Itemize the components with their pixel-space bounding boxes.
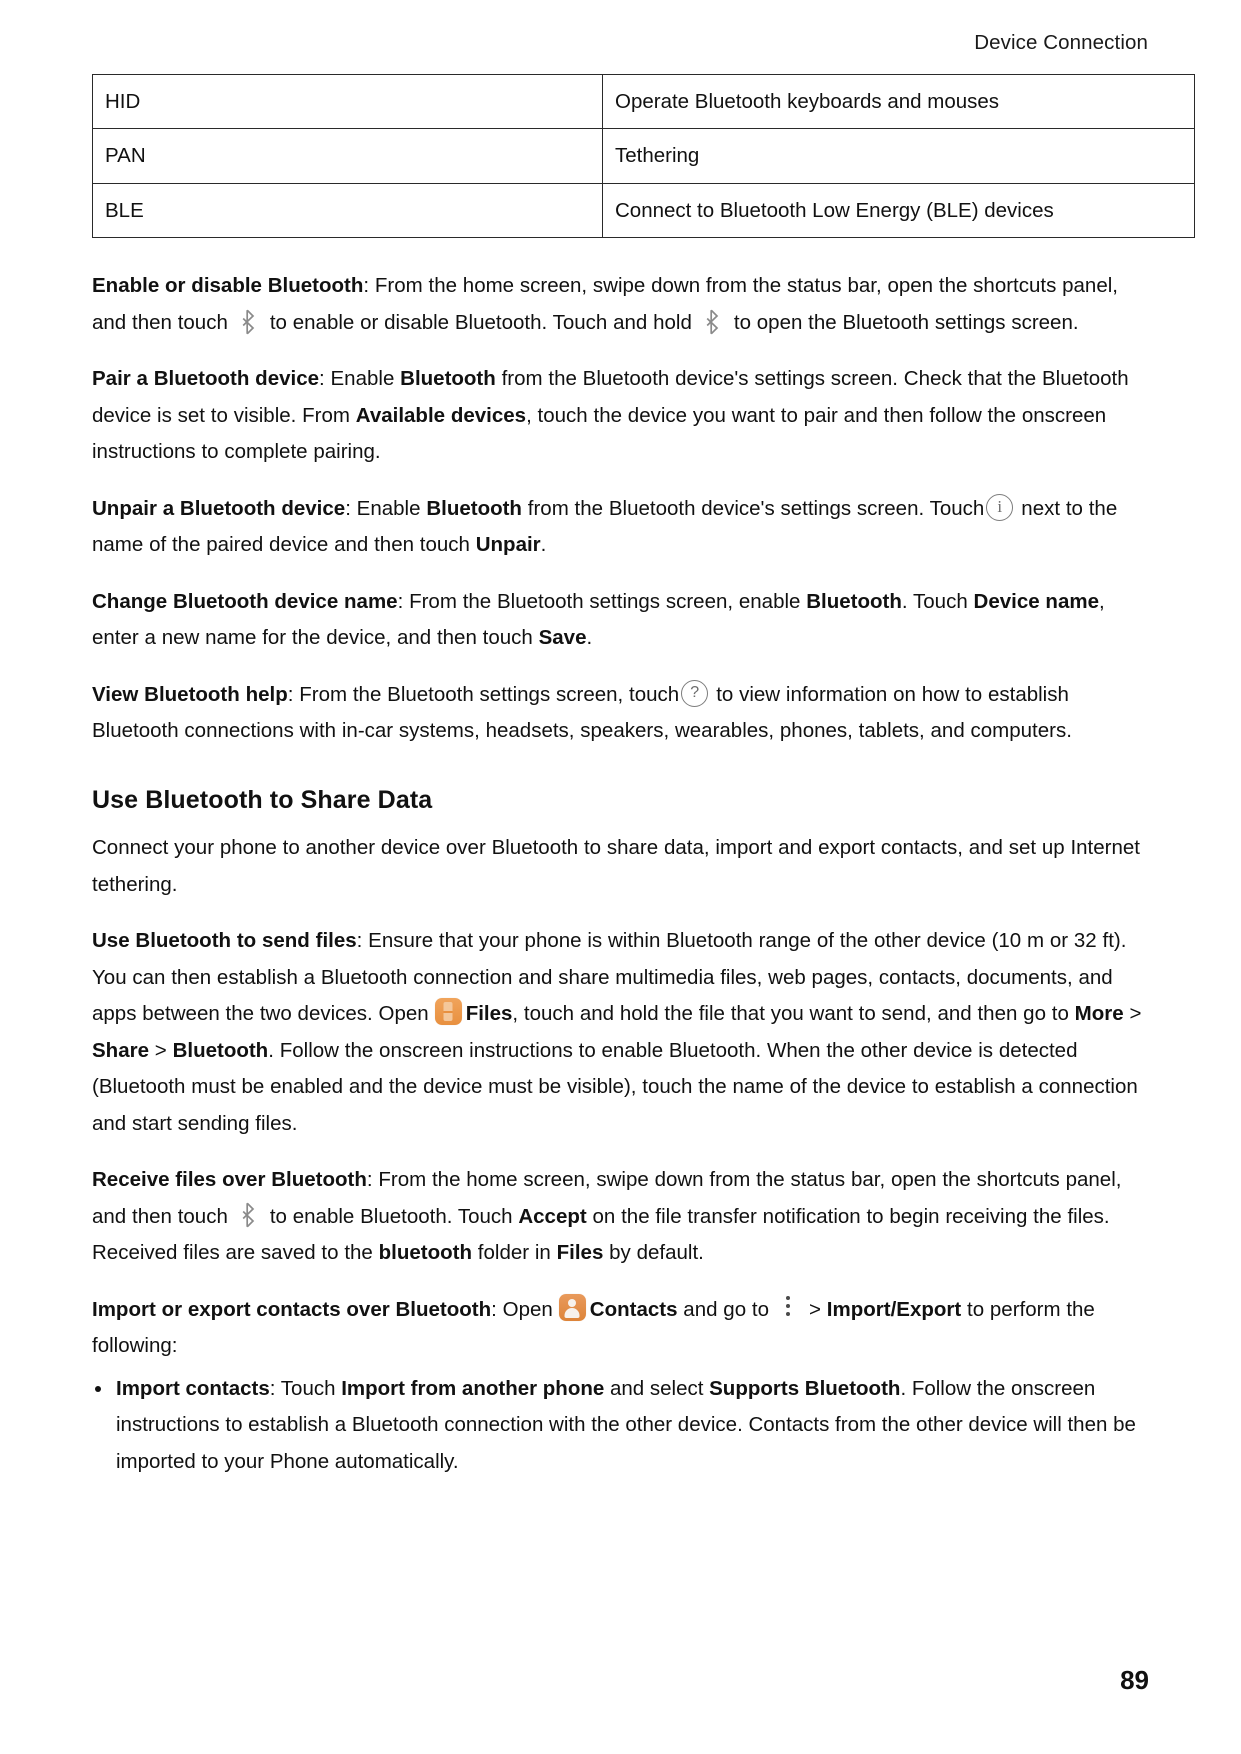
paragraph-text: : From the Bluetooth settings screen, en… (397, 589, 807, 613)
emphasis-save: Save (538, 626, 587, 650)
bluetooth-icon (240, 309, 256, 335)
paragraph-lead-in: Change Bluetooth device name (92, 589, 398, 613)
paragraph-change-bluetooth-device-name: Change Bluetooth device name: From the B… (92, 584, 1148, 657)
document-page: Device Connection HID Operate Bluetooth … (0, 0, 1241, 1754)
emphasis-supports-bluetooth: Supports Bluetooth (709, 1376, 901, 1400)
emphasis-bluetooth: Bluetooth (806, 589, 902, 613)
contacts-app-icon (558, 1293, 586, 1321)
table-cell-key: HID (92, 73, 603, 130)
paragraph-section-intro: Connect your phone to another device ove… (92, 836, 1140, 896)
emphasis-share: Share (92, 1038, 149, 1062)
emphasis-bluetooth: Bluetooth (426, 496, 522, 520)
paragraph-view-bluetooth-help: View Bluetooth help: From the Bluetooth … (92, 677, 1148, 750)
paragraph-lead-in: Enable or disable Bluetooth (92, 274, 364, 298)
info-icon: i (986, 493, 1014, 521)
paragraph-text: > (1123, 1002, 1142, 1026)
running-header: Device Connection (974, 31, 1148, 54)
paragraph-lead-in: Import or export contacts over Bluetooth (92, 1297, 492, 1321)
emphasis-bluetooth-folder: bluetooth (378, 1241, 472, 1265)
emphasis-accept: Accept (518, 1204, 587, 1228)
bluetooth-icon (240, 1202, 256, 1228)
paragraph-text: : Enable (345, 496, 427, 520)
paragraph-text: to open the Bluetooth settings screen. (733, 310, 1079, 334)
paragraph-text: to enable Bluetooth. Touch (269, 1204, 519, 1228)
bluetooth-profiles-table: HID Operate Bluetooth keyboards and mous… (92, 73, 1195, 239)
paragraph-lead-in: Receive files over Bluetooth (92, 1168, 367, 1192)
paragraph-text: : Open (491, 1297, 553, 1321)
paragraph-text: : Enable (319, 367, 401, 391)
paragraph-text: from the Bluetooth device's settings scr… (521, 496, 985, 520)
emphasis-import-from-another-phone: Import from another phone (341, 1376, 605, 1400)
files-app-icon (434, 998, 462, 1026)
paragraph-text: > (148, 1038, 173, 1062)
emphasis-bluetooth: Bluetooth (172, 1038, 269, 1062)
table-row: BLE Connect to Bluetooth Low Energy (BLE… (92, 182, 1195, 239)
paragraph-text: by default. (603, 1241, 704, 1265)
paragraph-text: folder in (472, 1241, 557, 1265)
paragraph-lead-in: View Bluetooth help (92, 682, 288, 706)
list-item-text: : Touch (269, 1376, 342, 1400)
list-item: Import contacts: Touch Import from anoth… (92, 1371, 1148, 1480)
page-content: Device Connection HID Operate Bluetooth … (92, 0, 1195, 1484)
emphasis-unpair: Unpair (475, 533, 541, 557)
paragraph-lead-in: Unpair a Bluetooth device (92, 496, 346, 520)
paragraph-send-files: Use Bluetooth to send files: Ensure that… (92, 923, 1148, 1142)
section-heading: Use Bluetooth to Share Data (92, 785, 433, 814)
emphasis-device-name: Device name (973, 589, 1099, 613)
paragraph-text: , touch and hold the file that you want … (512, 1002, 1075, 1026)
paragraph-text: . (586, 626, 593, 650)
help-icon: ? (681, 679, 709, 707)
emphasis-contacts: Contacts (589, 1297, 678, 1321)
bluetooth-icon (704, 309, 720, 335)
emphasis-files: Files (556, 1241, 604, 1265)
emphasis-bluetooth: Bluetooth (400, 367, 496, 391)
paragraph-pair-bluetooth-device: Pair a Bluetooth device: Enable Bluetoot… (92, 361, 1148, 470)
table-cell-key: PAN (92, 128, 603, 184)
paragraph-lead-in: Pair a Bluetooth device (92, 367, 320, 391)
table-cell-value: Connect to Bluetooth Low Energy (BLE) de… (602, 182, 1195, 239)
page-number: 89 (1120, 1665, 1149, 1695)
paragraph-enable-disable-bluetooth: Enable or disable Bluetooth: From the ho… (92, 268, 1148, 341)
table-row: PAN Tethering (92, 128, 1195, 184)
paragraph-import-export-contacts: Import or export contacts over Bluetooth… (92, 1292, 1148, 1365)
paragraph-unpair-bluetooth-device: Unpair a Bluetooth device: Enable Blueto… (92, 491, 1148, 564)
paragraph-text: : From the Bluetooth settings screen, to… (287, 682, 680, 706)
table-cell-value: Tethering (602, 128, 1195, 184)
more-options-icon (779, 1295, 797, 1319)
table-row: HID Operate Bluetooth keyboards and mous… (92, 73, 1195, 130)
emphasis-more: More (1074, 1002, 1124, 1026)
emphasis-available-devices: Available devices (355, 403, 527, 427)
emphasis-import-contacts: Import contacts (116, 1376, 270, 1400)
paragraph-text: and go to (677, 1297, 770, 1321)
emphasis-files: Files (465, 1002, 513, 1026)
paragraph-text: . Touch (901, 589, 974, 613)
table-cell-value: Operate Bluetooth keyboards and mouses (602, 73, 1195, 130)
list-item-text: and select (604, 1376, 710, 1400)
paragraph-text: . (540, 533, 547, 557)
paragraph-lead-in: Use Bluetooth to send files (92, 929, 357, 953)
emphasis-import-export: Import/Export (826, 1297, 962, 1321)
table-cell-key: BLE (92, 182, 603, 239)
paragraph-text: to enable or disable Bluetooth. Touch an… (269, 310, 692, 334)
paragraph-receive-files: Receive files over Bluetooth: From the h… (92, 1162, 1148, 1271)
import-contacts-list: Import contacts: Touch Import from anoth… (92, 1371, 1148, 1480)
paragraph-text: > (809, 1297, 827, 1321)
